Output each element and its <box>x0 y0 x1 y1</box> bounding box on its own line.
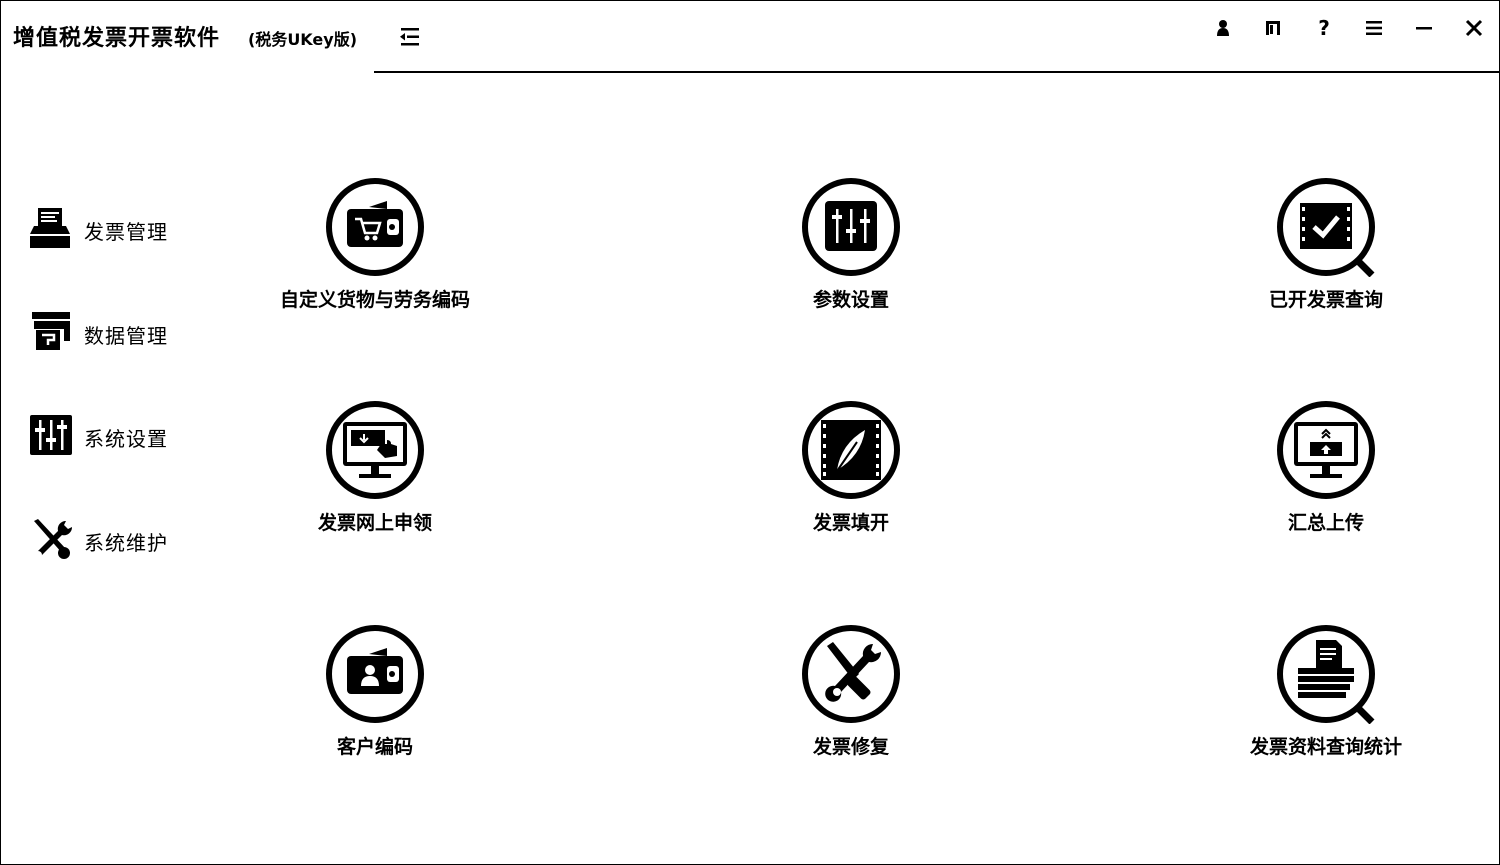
sliders-icon <box>801 177 901 277</box>
tile-label: 发票填开 <box>812 512 889 534</box>
tile-invoice-fill[interactable]: 发票填开 <box>701 400 1001 550</box>
menu-icon[interactable] <box>1357 14 1391 42</box>
help-icon[interactable]: ? <box>1307 14 1341 42</box>
tile-label: 汇总上传 <box>1287 512 1364 534</box>
tools-icon <box>801 624 901 724</box>
monitor-upload-icon <box>1276 400 1376 500</box>
sidebar-item-system-maintenance[interactable]: 系统维护 <box>28 517 228 563</box>
user-icon[interactable] <box>1206 14 1240 42</box>
exit-login-icon[interactable] <box>1256 14 1290 42</box>
tile-customer-coding[interactable]: 客户编码 <box>225 624 525 774</box>
tile-label: 发票资料查询统计 <box>1249 736 1402 758</box>
collapse-menu-icon[interactable] <box>397 24 423 50</box>
tile-label: 发票修复 <box>812 736 889 758</box>
person-wallet-icon <box>325 624 425 724</box>
feather-film-icon <box>801 400 901 500</box>
sidebar-item-data-management[interactable]: 数据管理 <box>28 310 228 356</box>
app-subtitle: (税务UKey版) <box>248 30 358 49</box>
title-bar: 增值税发票开票软件 (税务UKey版) ? <box>0 0 1500 73</box>
database-icon <box>28 310 74 356</box>
sidebar-item-label: 系统设置 <box>84 427 168 451</box>
tile-label: 发票网上申领 <box>317 512 432 534</box>
monitor-download-icon <box>325 400 425 500</box>
title-divider <box>374 71 1500 73</box>
tile-issued-invoice-query[interactable]: 已开发票查询 <box>1176 177 1476 327</box>
sidebar-item-label: 发票管理 <box>84 220 168 244</box>
tile-summary-upload[interactable]: 汇总上传 <box>1176 400 1476 550</box>
tile-invoice-data-statistics[interactable]: 发票资料查询统计 <box>1176 624 1476 774</box>
tools-icon <box>28 517 74 563</box>
minimize-icon[interactable] <box>1407 14 1441 42</box>
sidebar-item-label: 数据管理 <box>84 324 168 348</box>
tile-custom-goods-coding[interactable]: 自定义货物与劳务编码 <box>225 177 525 327</box>
sidebar-item-label: 系统维护 <box>84 531 168 555</box>
sliders-icon <box>28 413 74 459</box>
check-search-icon <box>1276 177 1376 278</box>
tile-label: 自定义货物与劳务编码 <box>279 289 470 311</box>
tile-label: 参数设置 <box>812 289 889 311</box>
sidebar-item-invoice-management[interactable]: 发票管理 <box>28 206 228 252</box>
tile-label: 已开发票查询 <box>1268 289 1383 311</box>
tile-label: 客户编码 <box>336 736 413 758</box>
close-icon[interactable] <box>1457 14 1491 42</box>
tile-parameter-settings[interactable]: 参数设置 <box>701 177 1001 327</box>
tile-invoice-repair[interactable]: 发票修复 <box>701 624 1001 774</box>
sidebar-item-system-settings[interactable]: 系统设置 <box>28 413 228 459</box>
tile-online-invoice-application[interactable]: 发票网上申领 <box>225 400 525 550</box>
printer-icon <box>28 206 74 252</box>
cart-wallet-icon <box>325 177 425 277</box>
app-title: 增值税发票开票软件 <box>13 26 221 51</box>
documents-search-icon <box>1276 624 1376 725</box>
